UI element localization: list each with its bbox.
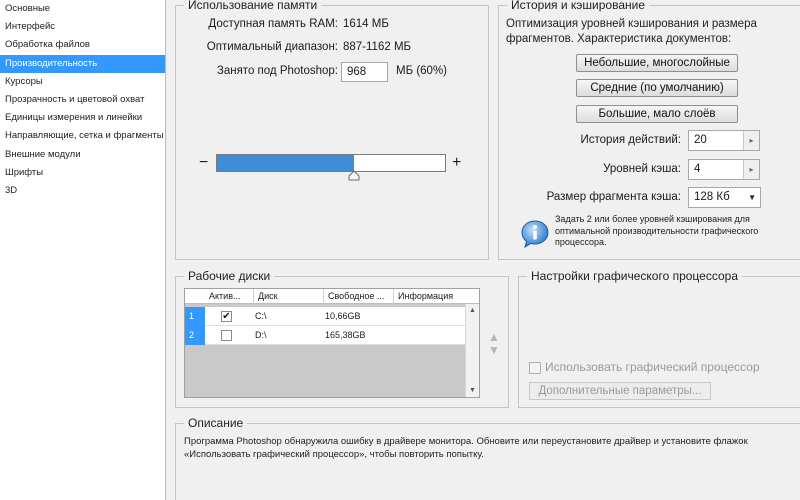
sidebar-item-guides-grid-slices[interactable]: Направляющие, сетка и фрагменты [0, 127, 165, 145]
tall-thin-button[interactable]: Небольшие, многослойные [576, 54, 738, 72]
move-down-icon[interactable]: ▼ [488, 343, 500, 357]
sidebar-item-3d[interactable]: 3D [0, 182, 165, 200]
memory-slider-thumb[interactable] [348, 170, 360, 182]
history-states-arrow-icon[interactable]: ▸ [743, 131, 759, 150]
row-number: 1 [185, 307, 205, 326]
history-states-label: История действий: [580, 134, 682, 146]
default-button[interactable]: Средние (по умолчанию) [576, 79, 738, 97]
cache-levels-value: 4 [694, 163, 701, 175]
column-drive[interactable]: Диск [253, 289, 323, 304]
gpu-settings-title: Настройки графического процессора [527, 269, 742, 283]
cache-tile-size-value: 128 Кб [694, 191, 730, 203]
memory-slider-track[interactable] [216, 154, 446, 172]
sidebar-item-file-handling[interactable]: Обработка файлов [0, 36, 165, 54]
sidebar-item-transparency-gamut[interactable]: Прозрачность и цветовой охват [0, 91, 165, 109]
sidebar-item-interface[interactable]: Интерфейс [0, 18, 165, 36]
free-space-cell: 10,66GB [325, 311, 361, 321]
photoshop-usage-unit: МБ (60%) [396, 65, 447, 77]
table-scrollbar[interactable]: ▲ ▼ [465, 304, 479, 397]
drive-cell: D:\ [255, 330, 267, 340]
advanced-settings-button[interactable]: Дополнительные параметры... [529, 382, 711, 400]
info-icon [521, 220, 549, 249]
available-ram-label: Доступная память RAM: [208, 18, 338, 30]
increase-memory-icon[interactable]: + [452, 155, 461, 171]
cache-tile-size-label: Размер фрагмента кэша: [546, 191, 681, 203]
active-checkbox[interactable]: ✔ [221, 311, 232, 322]
table-row[interactable]: 1 ✔ C:\ 10,66GB [185, 307, 465, 326]
memory-slider-fill [217, 155, 354, 171]
sidebar-item-performance[interactable]: Производительность [0, 54, 165, 73]
use-gpu-checkbox[interactable] [529, 362, 541, 374]
free-space-cell: 165,38GB [325, 330, 366, 340]
history-states-value: 20 [694, 134, 707, 146]
photoshop-usage-input[interactable]: 968 [341, 62, 388, 82]
decrease-memory-icon[interactable]: − [199, 155, 208, 171]
chevron-down-icon: ▼ [748, 193, 756, 202]
cache-description: Оптимизация уровней кэширования и размер… [506, 18, 757, 45]
description-text: Программа Photoshop обнаружила ошибку в … [184, 436, 748, 460]
sidebar-item-cursors[interactable]: Курсоры [0, 73, 165, 91]
cache-levels-arrow-icon[interactable]: ▸ [743, 160, 759, 179]
column-info[interactable]: Информация [393, 289, 479, 304]
active-checkbox[interactable] [221, 330, 232, 341]
scratch-disks-table: Актив... Диск Свободное ... Информация 1… [184, 288, 480, 398]
description-title: Описание [184, 416, 248, 430]
cache-tip-text: Задать 2 или более уровней кэширования д… [555, 214, 759, 247]
cache-levels-label: Уровней кэша: [603, 163, 681, 175]
scroll-down-icon[interactable]: ▼ [469, 387, 476, 394]
table-row[interactable]: 2 D:\ 165,38GB [185, 326, 465, 345]
sidebar-item-units-rulers[interactable]: Единицы измерения и линейки [0, 109, 165, 127]
photoshop-usage-label: Занято под Photoshop: [216, 65, 338, 77]
table-header: Актив... Диск Свободное ... Информация [185, 289, 479, 304]
drive-cell: C:\ [255, 311, 267, 321]
preferences-sidebar: Основные Интерфейс Обработка файлов Прои… [0, 0, 166, 500]
column-active[interactable]: Актив... [205, 289, 253, 304]
scroll-up-icon[interactable]: ▲ [469, 307, 476, 314]
history-cache-title: История и кэширование [507, 0, 650, 12]
history-states-input[interactable]: 20 ▸ [688, 130, 760, 151]
sidebar-item-general[interactable]: Основные [0, 0, 165, 18]
optimal-range-label: Оптимальный диапазон: [206, 41, 338, 53]
description-group: Описание [175, 416, 800, 500]
scratch-disks-title: Рабочие диски [184, 269, 275, 283]
use-gpu-label: Использовать графический процессор [545, 360, 760, 374]
sidebar-item-plugins[interactable]: Внешние модули [0, 146, 165, 164]
optimal-range-value: 887-1162 МБ [343, 41, 412, 53]
move-up-icon[interactable]: ▲ [488, 330, 500, 344]
cache-levels-input[interactable]: 4 ▸ [688, 159, 760, 180]
row-number: 2 [185, 326, 205, 345]
sidebar-item-type[interactable]: Шрифты [0, 164, 165, 182]
available-ram-value: 1614 МБ [343, 18, 389, 30]
big-flat-button[interactable]: Большие, мало слоёв [576, 105, 738, 123]
memory-usage-title: Использование памяти [184, 0, 322, 12]
cache-tile-size-select[interactable]: 128 Кб ▼ [688, 187, 761, 208]
column-free-space[interactable]: Свободное ... [323, 289, 393, 304]
